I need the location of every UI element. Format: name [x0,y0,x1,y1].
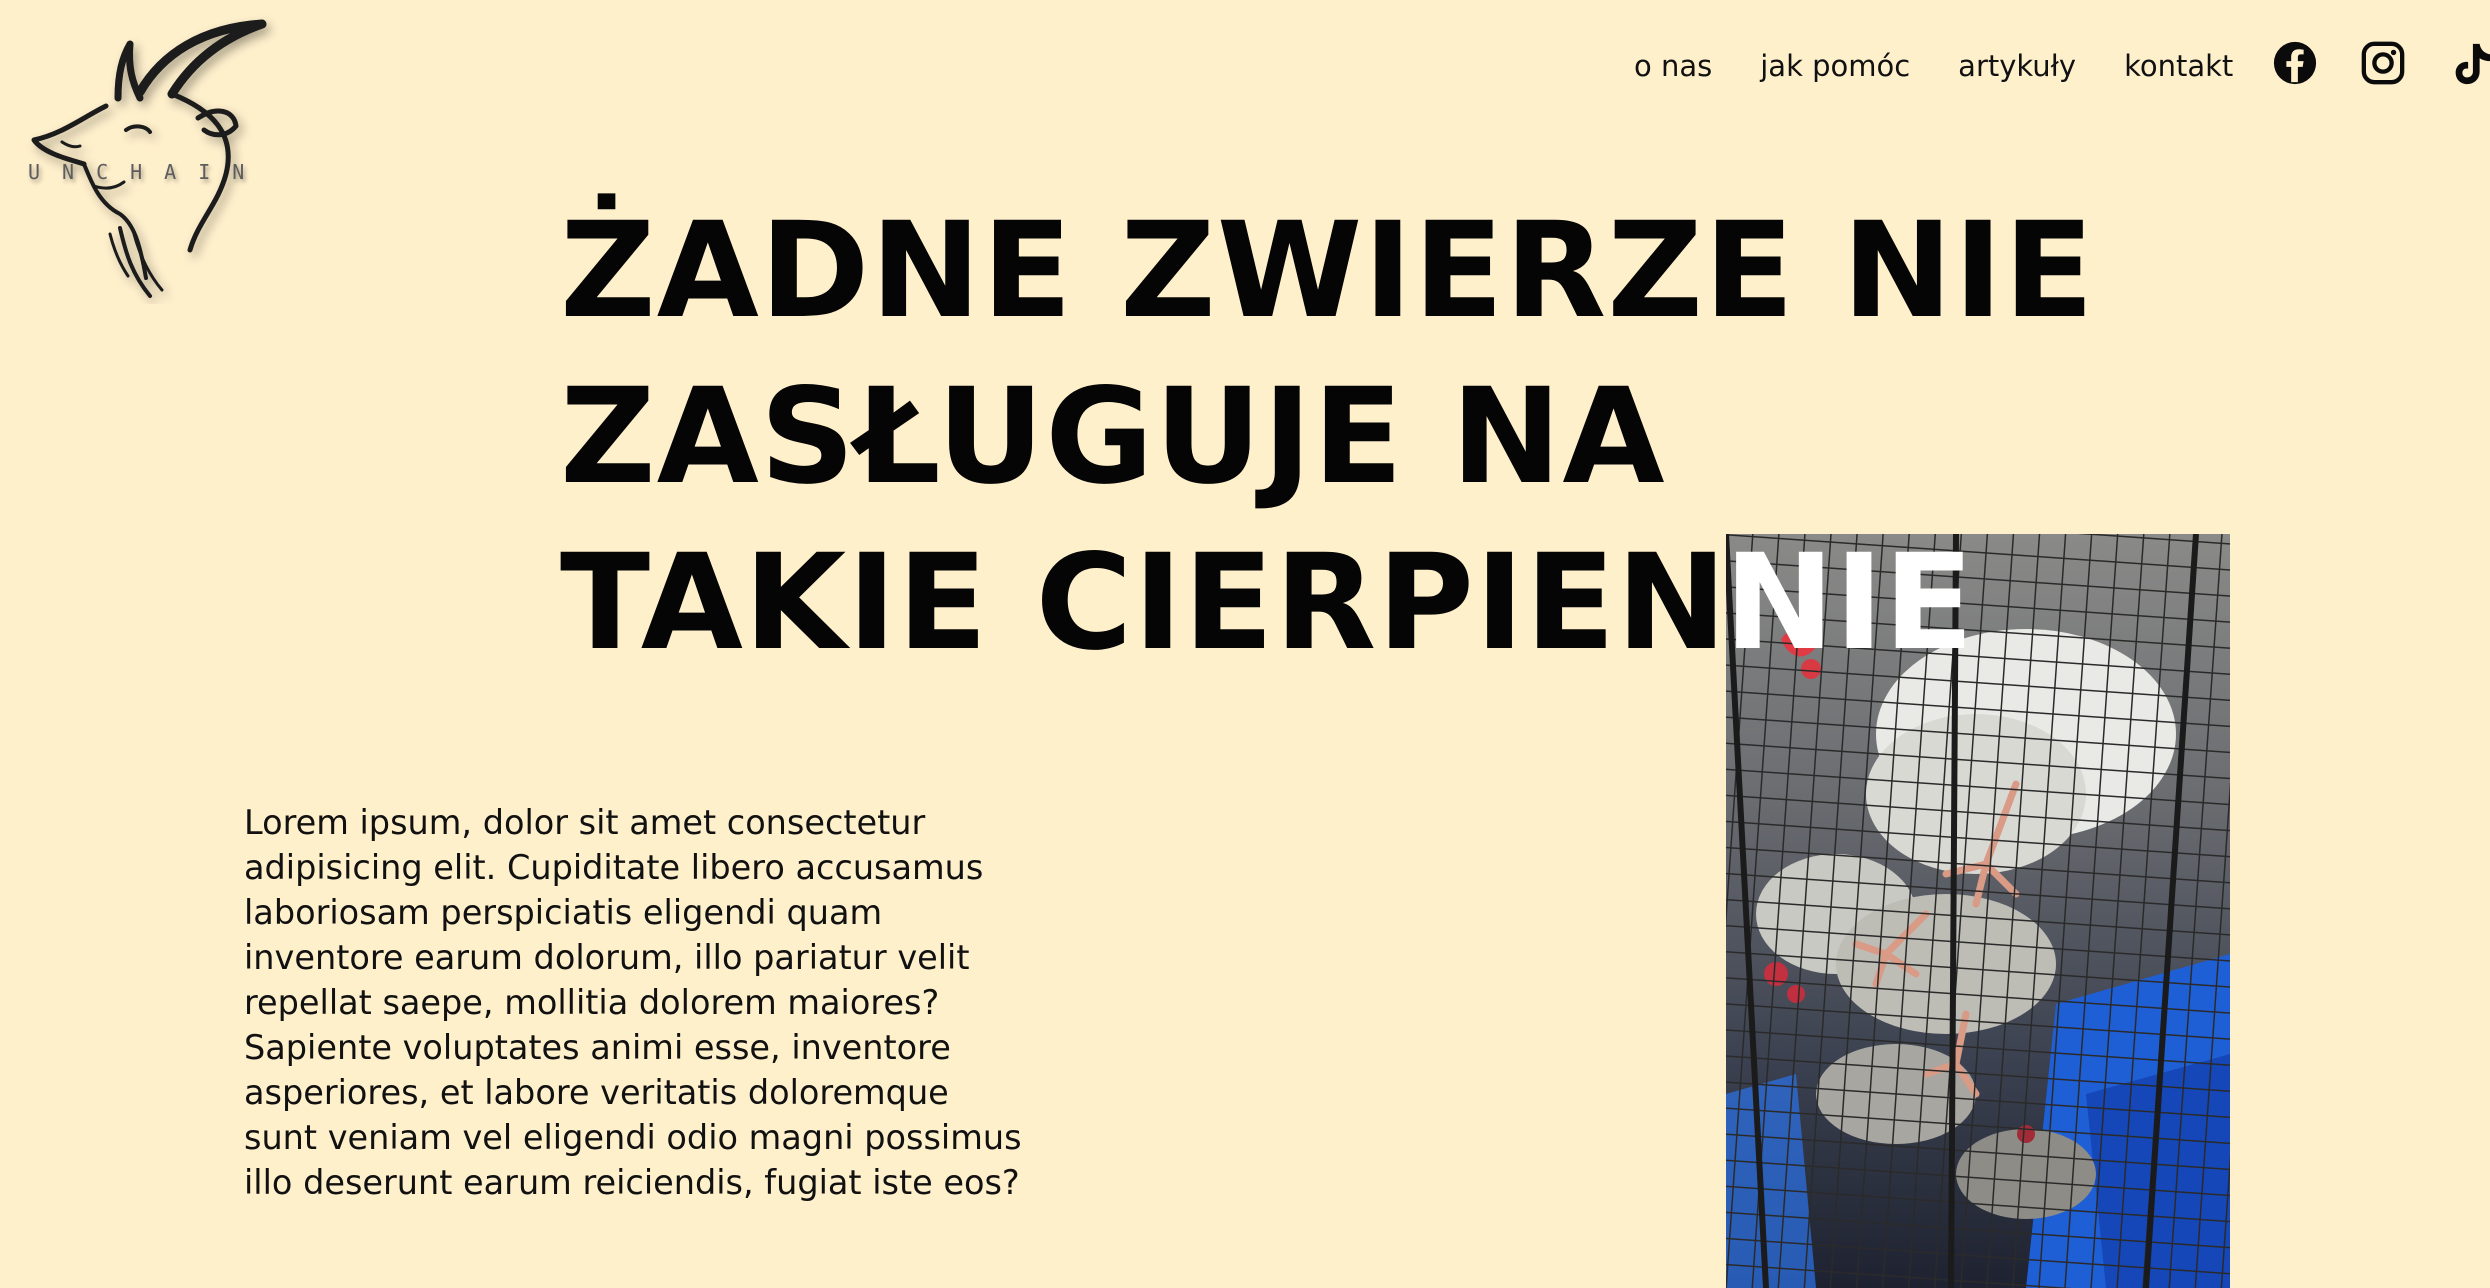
facebook-icon[interactable] [2272,40,2318,86]
nav-link-how-to-help[interactable]: jak pomóc [1760,49,1910,83]
nav-link-about[interactable]: o nas [1634,49,1712,83]
instagram-icon[interactable] [2360,40,2406,86]
tiktok-icon[interactable] [2448,40,2490,86]
goat-head-icon [31,19,267,298]
nav-link-contact[interactable]: kontakt [2124,49,2233,83]
headline-overlay-word: NIE [1724,526,1974,668]
main-nav: o nas jak pomóc artykuły kontakt [1634,42,2281,90]
site-logo[interactable]: UNCHAIN [22,14,292,304]
hero-lead-paragraph: Lorem ipsum, dolor sit amet consectetur … [244,803,1022,1202]
logo-wordmark: UNCHAIN [28,160,267,184]
nav-link-articles[interactable]: artykuły [1958,49,2076,83]
